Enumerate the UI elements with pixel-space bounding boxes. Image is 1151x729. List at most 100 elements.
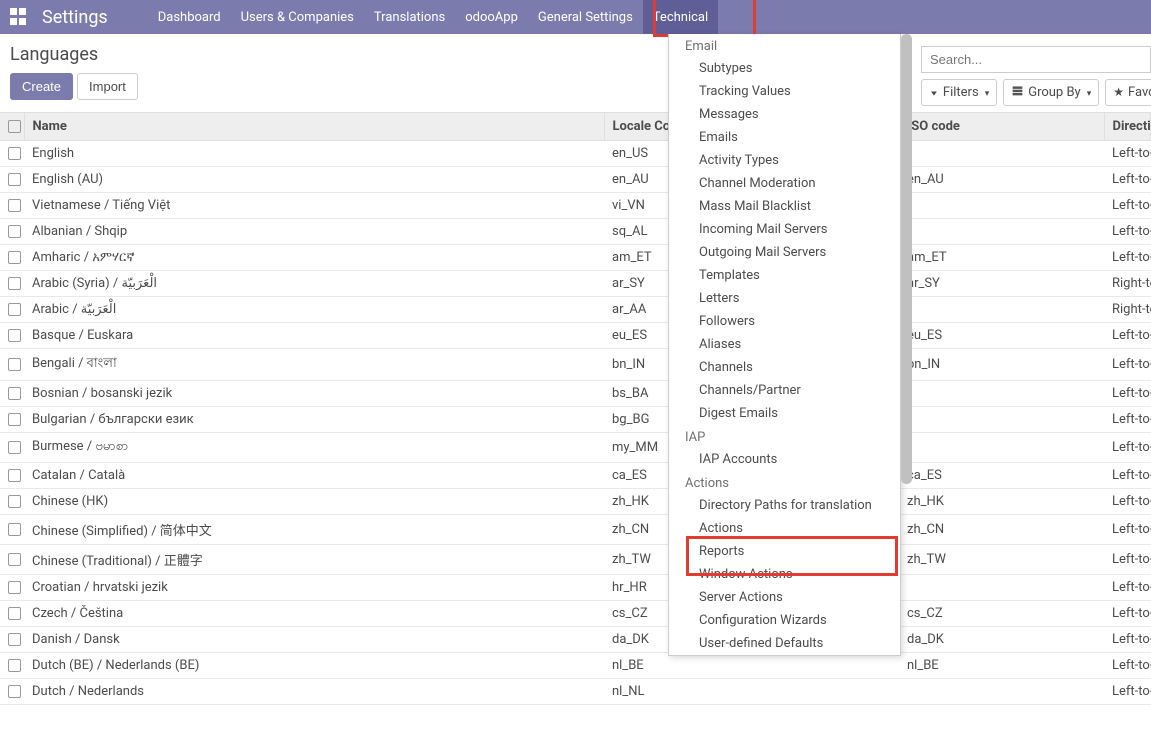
dropdown-item[interactable]: Server Actions [669,586,900,609]
dropdown-item[interactable]: Configuration Wizards [669,609,900,632]
row-checkbox[interactable] [0,245,24,271]
dropdown-item[interactable]: Channels/Partner [669,379,900,402]
row-checkbox[interactable] [0,323,24,349]
row-checkbox[interactable] [0,653,24,679]
nav-users-companies[interactable]: Users & Companies [231,0,364,34]
table-row[interactable]: Croatian / hrvatski jezikhr_HRLeft-to-Ri… [0,575,1151,601]
dropdown-item[interactable]: Followers [669,310,900,333]
table-row[interactable]: Burmese / ဗမာစာmy_MMLeft-to-Right [0,433,1151,463]
row-checkbox[interactable] [0,381,24,407]
filters-button[interactable]: Filters [921,79,997,106]
table-row[interactable]: Vietnamese / Tiếng Việtvi_VNLeft-to-Righ… [0,193,1151,219]
dropdown-item[interactable]: Mass Mail Blacklist [669,195,900,218]
nav-dashboard[interactable]: Dashboard [148,0,231,34]
dropdown-section: IAP [669,425,900,448]
dropdown-item[interactable]: Actions [669,517,900,540]
cell-direction: Left-to-Right [1104,463,1151,489]
table-row[interactable]: Chinese (Simplified) / 简体中文zh_CNzh_CNLef… [0,515,1151,545]
cell-direction: Left-to-Right [1104,407,1151,433]
dropdown-item[interactable]: Incoming Mail Servers [669,218,900,241]
row-checkbox[interactable] [0,271,24,297]
cell-direction: Left-to-Right [1104,219,1151,245]
table-row[interactable]: Danish / Danskda_DKda_DKLeft-to-Right [0,627,1151,653]
row-checkbox[interactable] [0,433,24,463]
apps-icon[interactable] [10,8,28,26]
dropdown-item[interactable]: User-defined Defaults [669,632,900,655]
cell-name: Vietnamese / Tiếng Việt [24,193,604,219]
dropdown-item[interactable]: Subtypes [669,57,900,80]
dropdown-item[interactable]: IAP Accounts [669,448,900,471]
cell-locale: nl_NL [604,679,899,705]
layers-icon [1011,84,1024,101]
row-checkbox[interactable] [0,167,24,193]
table-row[interactable]: Arabic / الْعَرَبيّةar_AARight-to-Left [0,297,1151,323]
table-row[interactable]: Arabic (Syria) / الْعَرَبيّةar_SYar_SYRi… [0,271,1151,297]
row-checkbox[interactable] [0,627,24,653]
row-checkbox[interactable] [0,141,24,167]
row-checkbox[interactable] [0,679,24,705]
dropdown-item[interactable]: Directory Paths for translation [669,494,900,517]
row-checkbox[interactable] [0,601,24,627]
dropdown-item[interactable]: Reports [669,540,900,563]
dropdown-item[interactable]: Tracking Values [669,80,900,103]
app-brand[interactable]: Settings [42,7,108,28]
funnel-icon [929,85,939,100]
table-row[interactable]: Albanian / Shqipsq_ALLeft-to-Right [0,219,1151,245]
row-checkbox[interactable] [0,545,24,575]
table-row[interactable]: Bengali / বাংলাbn_INbn_INLeft-to-Right [0,349,1151,381]
dropdown-item[interactable]: Messages [669,103,900,126]
row-checkbox[interactable] [0,219,24,245]
col-direction[interactable]: Direction [1104,113,1151,141]
row-checkbox[interactable] [0,407,24,433]
col-iso[interactable]: ISO code [899,113,1104,141]
row-checkbox[interactable] [0,575,24,601]
row-checkbox[interactable] [0,349,24,381]
row-checkbox[interactable] [0,489,24,515]
cell-iso [899,381,1104,407]
search-input[interactable] [921,46,1151,73]
import-button[interactable]: Import [77,73,138,100]
favorites-button[interactable]: Favorites [1105,79,1151,106]
nav-general-settings[interactable]: General Settings [528,0,643,34]
dropdown-item[interactable]: Activity Types [669,149,900,172]
dropdown-item[interactable]: Outgoing Mail Servers [669,241,900,264]
dropdown-scrollbar[interactable] [901,34,912,484]
table-row[interactable]: Chinese (Traditional) / 正體字zh_TWzh_TWLef… [0,545,1151,575]
cell-name: Czech / Čeština [24,601,604,627]
row-checkbox[interactable] [0,463,24,489]
table-row[interactable]: English (AU)en_AUen_AULeft-to-Right [0,167,1151,193]
nav-technical[interactable]: Technical [643,0,718,34]
cell-iso: bn_IN [899,349,1104,381]
dropdown-item[interactable]: Templates [669,264,900,287]
row-checkbox[interactable] [0,515,24,545]
table-row[interactable]: Amharic / አምሃርኛam_ETam_ETLeft-to-Right [0,245,1151,271]
table-row[interactable]: Czech / Češtinacs_CZcs_CZLeft-to-Right [0,601,1151,627]
row-checkbox[interactable] [0,297,24,323]
table-row[interactable]: Chinese (HK)zh_HKzh_HKLeft-to-Right [0,489,1151,515]
col-name[interactable]: Name [24,113,604,141]
table-row[interactable]: Catalan / Catalàca_ESca_ESLeft-to-Right [0,463,1151,489]
table-row[interactable]: Bosnian / bosanski jezikbs_BALeft-to-Rig… [0,381,1151,407]
cell-name: Croatian / hrvatski jezik [24,575,604,601]
table-row[interactable]: Dutch / Nederlandsnl_NLLeft-to-Right [0,679,1151,705]
table-row[interactable]: Basque / Euskaraeu_ESeu_ESLeft-to-Right [0,323,1151,349]
dropdown-item[interactable]: Window Actions [669,563,900,586]
nav-translations[interactable]: Translations [364,0,455,34]
table-row[interactable]: Bulgarian / български езикbg_BGLeft-to-R… [0,407,1151,433]
dropdown-item[interactable]: Digest Emails [669,402,900,425]
table-row[interactable]: Englishen_USLeft-to-Right [0,141,1151,167]
groupby-button[interactable]: Group By [1003,79,1099,106]
row-checkbox[interactable] [0,193,24,219]
dropdown-item[interactable]: Channel Moderation [669,172,900,195]
star-icon [1113,85,1124,100]
create-button[interactable]: Create [10,73,73,100]
dropdown-item[interactable]: Letters [669,287,900,310]
cell-name: Amharic / አምሃርኛ [24,245,604,271]
nav-odooapp[interactable]: odooApp [455,0,528,34]
table-row[interactable]: Dutch (BE) / Nederlands (BE)nl_BEnl_BELe… [0,653,1151,679]
dropdown-item[interactable]: Channels [669,356,900,379]
select-all-header[interactable] [0,113,24,141]
cell-iso [899,575,1104,601]
dropdown-item[interactable]: Aliases [669,333,900,356]
dropdown-item[interactable]: Emails [669,126,900,149]
